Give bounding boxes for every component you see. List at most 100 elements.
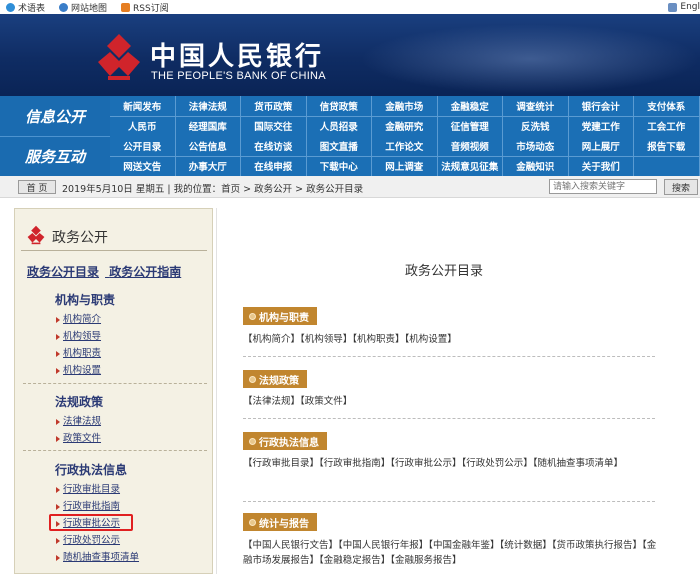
nav-item[interactable]: 公开目录 [110, 136, 176, 156]
nav-item[interactable]: 网上展厅 [569, 136, 634, 156]
sidebar-section-heading[interactable]: 行政执法信息 [55, 461, 215, 478]
nav-item[interactable]: 经理国库 [176, 116, 241, 136]
glossary-link[interactable]: 术语表 [6, 1, 45, 14]
category-links-org[interactable]: 【机构简介】【机构领导】【机构职责】【机构设置】 [243, 332, 663, 347]
top-utility-bar: 术语表 网站地图 RSS订阅 Engl [0, 0, 700, 14]
category-tag-enforcement[interactable]: 行政执法信息 [243, 432, 327, 450]
nav-item[interactable]: 国际交往 [241, 116, 307, 136]
nav-item[interactable]: 图文直播 [307, 136, 372, 156]
rss-link[interactable]: RSS订阅 [121, 1, 169, 14]
sidebar-item-org-structure[interactable]: 机构设置 [55, 362, 215, 379]
info-bar: 首 页 2019年5月10日 星期五 | 我的位置：首页 > 政务公开 > 政务… [0, 176, 700, 198]
search-input[interactable] [549, 179, 657, 194]
nav-item[interactable] [634, 156, 700, 176]
sidebar-item-approval-guide[interactable]: 行政审批指南 [55, 498, 215, 515]
nav-item[interactable]: 支付体系 [634, 96, 700, 116]
nav-item[interactable]: 金融市场 [372, 96, 438, 116]
rss-icon [121, 2, 131, 12]
sidebar-item-org-leaders[interactable]: 机构领导 [55, 328, 215, 345]
nav-item[interactable]: 人员招录 [307, 116, 372, 136]
sidebar-link-guide[interactable]: 政务公开指南 [109, 265, 181, 279]
nav-item[interactable]: 公告信息 [176, 136, 241, 156]
nav-row-divider [110, 156, 700, 157]
pboc-logo-icon[interactable] [96, 32, 142, 82]
bullet-icon [249, 312, 256, 320]
category-tag-org[interactable]: 机构与职责 [243, 307, 317, 325]
sidebar-item-approval-catalog[interactable]: 行政审批目录 [55, 481, 215, 498]
sidebar-link-catalog[interactable]: 政务公开目录 [27, 265, 99, 279]
nav-section-info-disclosure[interactable]: 信息公开 [0, 96, 110, 136]
sidebar-section-org: 机构与职责 机构简介 机构领导 机构职责 机构设置 [55, 291, 215, 379]
nav-item[interactable]: 新闻发布 [110, 96, 176, 116]
nav-item[interactable]: 市场动态 [503, 136, 569, 156]
glossary-icon [6, 2, 15, 12]
sidebar-item-random-inspection[interactable]: 随机抽查事项清单 [55, 549, 215, 566]
sidebar-item-laws[interactable]: 法律法规 [55, 413, 215, 430]
header-banner: 中国人民银行 THE PEOPLE'S BANK OF CHINA [0, 14, 700, 96]
globe-icon [59, 2, 69, 12]
nav-item[interactable]: 信贷政策 [307, 96, 372, 116]
nav-item[interactable]: 金融稳定 [438, 96, 503, 116]
nav-item[interactable]: 法律法规 [176, 96, 241, 116]
category-tag-policy[interactable]: 法规政策 [243, 370, 307, 388]
bullet-icon [249, 437, 256, 445]
sidebar-divider [23, 450, 207, 451]
section-divider [243, 501, 655, 502]
nav-item[interactable]: 法规意见征集 [438, 156, 503, 176]
sidebar-item-org-duties[interactable]: 机构职责 [55, 345, 215, 362]
nav-section-service-interaction[interactable]: 服务互动 [0, 136, 110, 176]
sidebar-header: 政务公开 [21, 221, 207, 251]
bullet-icon [249, 375, 256, 383]
nav-item[interactable]: 网上调查 [372, 156, 438, 176]
nav-item[interactable]: 反洗钱 [503, 116, 569, 136]
nav-item[interactable]: 报告下载 [634, 136, 700, 156]
nav-item[interactable]: 工会工作 [634, 116, 700, 136]
nav-item[interactable]: 货币政策 [241, 96, 307, 116]
nav-row-divider [110, 116, 700, 117]
brand-name-cn[interactable]: 中国人民银行 [150, 36, 324, 73]
nav-item[interactable]: 音频视频 [438, 136, 503, 156]
nav-item[interactable]: 银行会计 [569, 96, 634, 116]
date-breadcrumb: 2019年5月10日 星期五 | 我的位置：首页 > 政务公开 > 政务公开目录 [62, 184, 364, 195]
nav-item[interactable]: 调查统计 [503, 96, 569, 116]
sidebar-item-penalty-notice[interactable]: 行政处罚公示 [55, 532, 215, 549]
sidebar-section-policy: 法规政策 法律法规 政策文件 [55, 393, 215, 447]
page-title: 政务公开目录 [404, 264, 483, 279]
bullet-icon [249, 518, 256, 526]
main-nav: 信息公开 服务互动 新闻发布 法律法规 货币政策 信贷政策 金融市场 金融稳定 调查统计 银行… [0, 96, 700, 176]
nav-item[interactable]: 在线申报 [241, 156, 307, 176]
nav-item[interactable]: 人民币 [110, 116, 176, 136]
nav-item[interactable]: 征信管理 [438, 116, 503, 136]
nav-item[interactable]: 党建工作 [569, 116, 634, 136]
pboc-logo-small-icon [27, 225, 45, 245]
nav-grid: 新闻发布 法律法规 货币政策 信贷政策 金融市场 金融稳定 调查统计 银行会计 支付体系人民币经… [110, 96, 700, 176]
home-button[interactable]: 首 页 [18, 180, 56, 194]
english-flag-icon [668, 2, 678, 12]
nav-item[interactable]: 办事大厅 [176, 156, 241, 176]
category-links-statistics[interactable]: 【中国人民银行文告】【中国人民银行年报】【中国金融年鉴】【统计数据】【货币政策执… [243, 538, 663, 568]
sidebar-title: 政务公开 [52, 230, 108, 246]
nav-item[interactable]: 工作论文 [372, 136, 438, 156]
category-links-enforcement[interactable]: 【行政审批目录】【行政审批指南】【行政审批公示】【行政处罚公示】【随机抽查事项清… [243, 456, 663, 471]
nav-item[interactable]: 金融研究 [372, 116, 438, 136]
section-divider [243, 418, 655, 419]
sidebar-section-heading[interactable]: 机构与职责 [55, 291, 215, 308]
nav-item[interactable]: 金融知识 [503, 156, 569, 176]
category-tag-statistics[interactable]: 统计与报告 [243, 513, 317, 531]
category-links-policy[interactable]: 【法律法规】【政策文件】 [243, 394, 663, 409]
brand-name-en: THE PEOPLE'S BANK OF CHINA [151, 70, 326, 82]
sidebar-section-heading[interactable]: 法规政策 [55, 393, 215, 410]
english-link[interactable]: Engl [668, 0, 700, 14]
sitemap-link[interactable]: 网站地图 [59, 1, 107, 14]
sidebar-item-policy-docs[interactable]: 政策文件 [55, 430, 215, 447]
highlight-box [49, 514, 133, 531]
section-divider [243, 356, 655, 357]
nav-item[interactable]: 下载中心 [307, 156, 372, 176]
nav-item[interactable]: 网送文告 [110, 156, 176, 176]
nav-item[interactable]: 在线访谈 [241, 136, 307, 156]
sidebar-item-org-intro[interactable]: 机构简介 [55, 311, 215, 328]
sidebar-top-links: 政务公开目录 政务公开指南 [27, 263, 187, 280]
main-content: 政务公开目录 机构与职责 【机构简介】【机构领导】【机构职责】【机构设置】 法规… [216, 208, 700, 574]
search-button[interactable]: 搜索 [664, 179, 698, 195]
nav-item[interactable]: 关于我们 [569, 156, 634, 176]
